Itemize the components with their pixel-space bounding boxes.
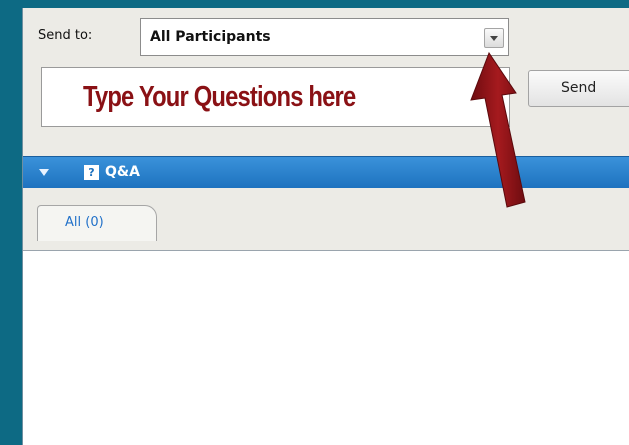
- qa-panel-header[interactable]: ? Q&A: [23, 156, 629, 188]
- question-placeholder: Type Your Questions here: [83, 81, 356, 113]
- send-to-selected-value: All Participants: [150, 29, 271, 45]
- qa-panel-title: Q&A: [105, 164, 140, 180]
- tab-all[interactable]: All (0): [37, 205, 157, 241]
- compose-area: Send to: All Participants Type Your Ques…: [23, 8, 629, 156]
- send-to-label: Send to:: [38, 28, 93, 43]
- help-question-icon: ?: [84, 165, 99, 180]
- chat-panel: Send to: All Participants Type Your Ques…: [22, 8, 629, 445]
- chevron-down-icon[interactable]: [484, 28, 504, 48]
- qa-tab-bar: All (0): [23, 188, 629, 251]
- collapse-triangle-icon[interactable]: [39, 169, 49, 176]
- send-button[interactable]: Send: [528, 70, 629, 107]
- tab-all-label: All (0): [65, 215, 104, 230]
- qa-message-list: [23, 251, 629, 445]
- question-input[interactable]: Type Your Questions here: [41, 67, 510, 127]
- send-to-select[interactable]: All Participants: [140, 18, 509, 56]
